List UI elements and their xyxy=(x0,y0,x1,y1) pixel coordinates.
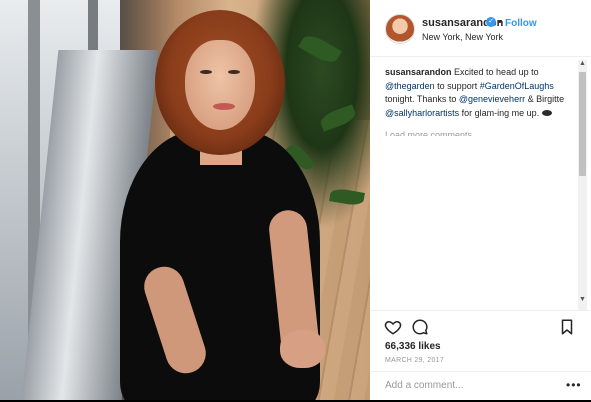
caption-text: for glam-ing me up. xyxy=(459,107,542,118)
follow-button[interactable]: Follow xyxy=(505,18,537,29)
comment-box: ••• xyxy=(370,371,591,402)
caption-mention[interactable]: @thegarden xyxy=(385,81,435,91)
caption-mention[interactable]: @sallyharlorartists xyxy=(385,108,459,118)
location-link[interactable]: New York, New York xyxy=(422,32,503,42)
load-more-comments[interactable]: Load more comments xyxy=(385,128,472,136)
photo-hand xyxy=(280,330,325,368)
caption-text: to support xyxy=(434,80,480,91)
post-side-panel: susansarandon ✓ • Follow New York, New Y… xyxy=(370,0,591,400)
comment-icon[interactable] xyxy=(411,318,429,336)
scrollbar-thumb[interactable] xyxy=(579,72,586,176)
photo-person xyxy=(100,0,350,400)
separator-dot: • xyxy=(498,16,502,28)
post-date: MARCH 29, 2017 xyxy=(385,357,445,364)
scroll-up-arrow-icon[interactable]: ▲ xyxy=(579,60,586,67)
caption-text: & Birgitte xyxy=(525,94,565,104)
heart-icon[interactable] xyxy=(384,318,402,336)
comment-input[interactable] xyxy=(385,380,545,391)
caption-text: tonight. Thanks to xyxy=(385,94,459,104)
scroll-down-arrow-icon[interactable]: ▼ xyxy=(579,296,586,303)
photo-eye xyxy=(228,70,240,74)
post-actions: 66,336 likes MARCH 29, 2017 ••• xyxy=(370,310,591,401)
more-options-icon[interactable]: ••• xyxy=(566,378,582,392)
photo-face xyxy=(185,40,255,130)
caption-text: Excited to head up to xyxy=(451,67,539,77)
post-caption: susansarandon Excited to head up to @the… xyxy=(385,66,571,120)
post-header: susansarandon ✓ • Follow New York, New Y… xyxy=(370,0,591,57)
avatar[interactable] xyxy=(385,14,415,44)
post-photo[interactable] xyxy=(0,0,370,400)
photo-lips xyxy=(213,103,235,110)
caption-username[interactable]: susansarandon xyxy=(385,67,452,77)
lips-emoji-icon xyxy=(541,110,552,117)
verified-badge-icon: ✓ xyxy=(486,17,496,27)
likes-count[interactable]: 66,336 likes xyxy=(385,341,441,352)
caption-hashtag[interactable]: #GardenOfLaughs xyxy=(480,81,554,91)
bookmark-icon[interactable] xyxy=(558,318,576,336)
photo-eye xyxy=(200,70,212,74)
caption-mention[interactable]: @genevieveherr xyxy=(459,94,525,104)
